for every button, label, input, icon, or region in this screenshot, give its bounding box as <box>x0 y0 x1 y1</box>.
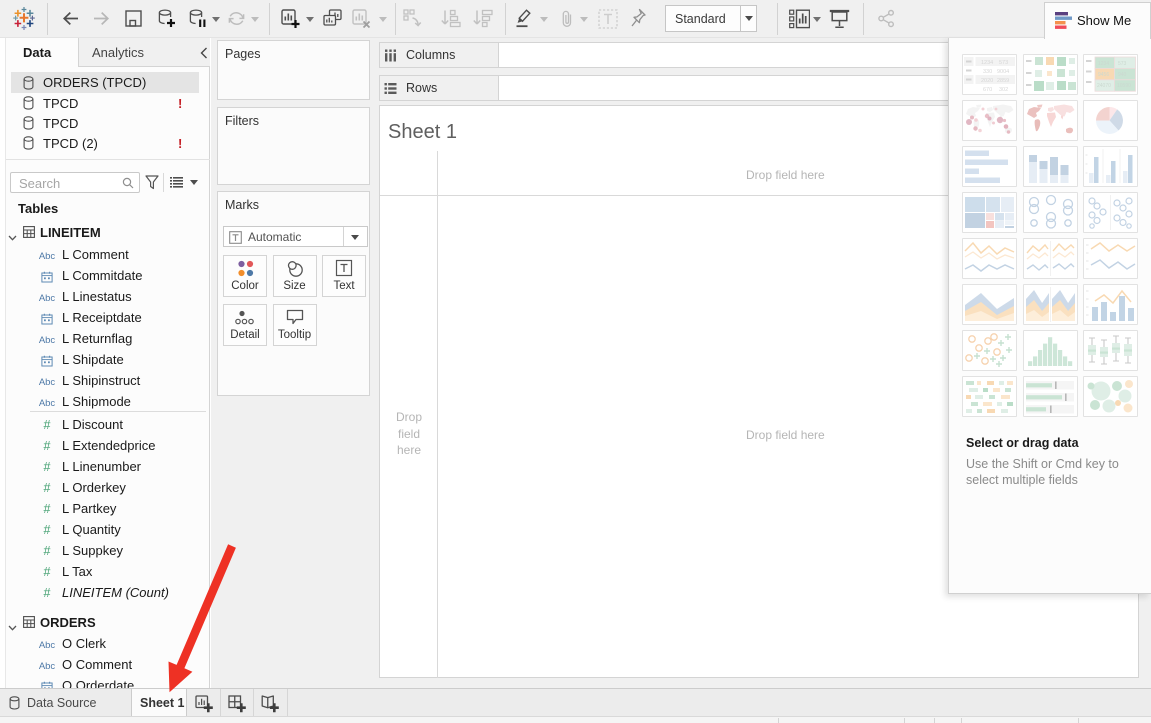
svg-text:24070: 24070 <box>1097 83 1111 89</box>
svg-text:2020: 2020 <box>981 78 993 84</box>
svg-text:302: 302 <box>999 87 1008 93</box>
svg-text:2859: 2859 <box>997 78 1009 84</box>
svg-text:9004: 9004 <box>997 69 1009 75</box>
svg-text:940: 940 <box>1118 72 1127 78</box>
svg-text:573: 573 <box>999 60 1008 66</box>
svg-text:330: 330 <box>983 69 992 75</box>
svg-text:1234: 1234 <box>1098 61 1109 67</box>
svg-text:9456: 9456 <box>1098 72 1109 78</box>
svg-text:573: 573 <box>1118 61 1127 67</box>
svg-text:10590: 10590 <box>1117 83 1131 89</box>
svg-text:1234: 1234 <box>981 60 993 66</box>
svg-text:670: 670 <box>983 87 992 93</box>
